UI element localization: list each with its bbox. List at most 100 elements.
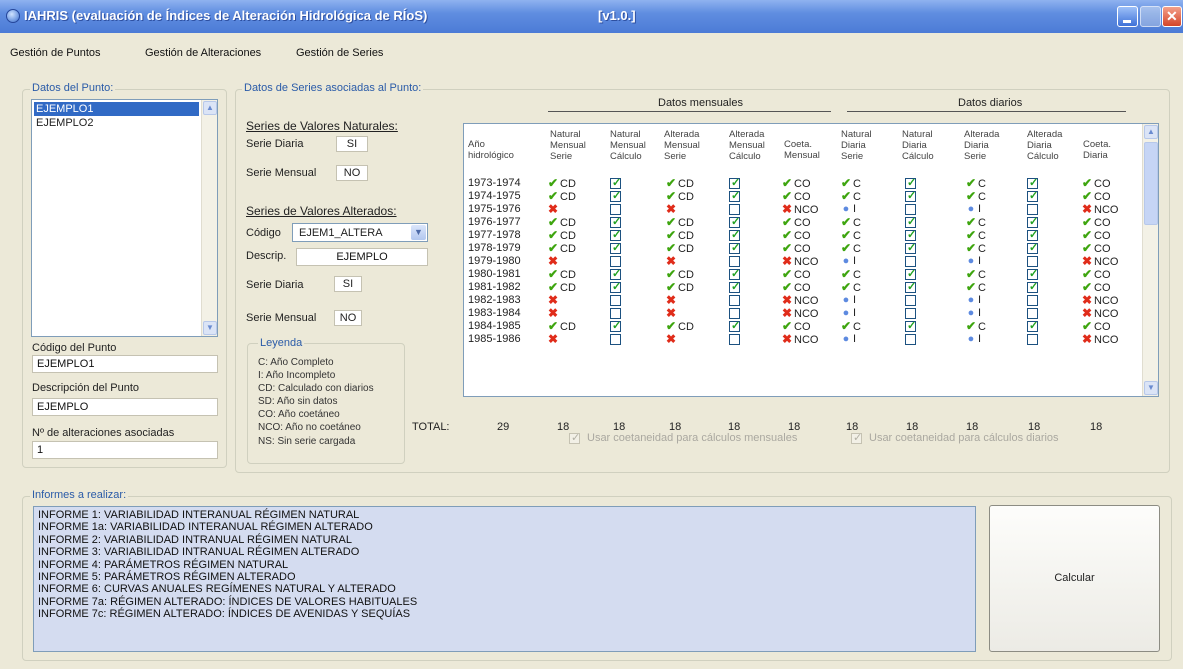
minimize-button[interactable] — [1117, 6, 1138, 27]
descripcion-punto-field[interactable]: EJEMPLO — [32, 398, 218, 416]
alt-diaria-calculo-checkbox[interactable] — [1027, 319, 1038, 332]
alt-diaria-calculo-checkbox[interactable] — [1027, 228, 1038, 241]
table-row[interactable]: 1984-1985✔CD✔CD✔CO✔C✔C✔CO — [464, 319, 1144, 333]
alt-diaria-calculo-checkbox[interactable] — [1027, 256, 1038, 267]
alt-codigo-select[interactable]: EJEM1_ALTERA ▼ — [292, 223, 428, 242]
list-item[interactable]: EJEMPLO1 — [33, 101, 200, 117]
alt-diaria-calculo-checkbox[interactable] — [1027, 295, 1038, 306]
alt-mensual-calculo-checkbox[interactable] — [729, 295, 740, 306]
nat-diaria-calculo-checkbox[interactable] — [905, 267, 916, 280]
nat-mensual-calculo-checkbox[interactable] — [610, 319, 621, 332]
column-header[interactable]: Natural Diaria Serie — [841, 129, 891, 162]
informe-item[interactable]: INFORME 7a: RÉGIMEN ALTERADO: ÍNDICES DE… — [38, 596, 417, 608]
nat-mensual-calculo-checkbox[interactable] — [610, 215, 621, 228]
nat-mensual-calculo-checkbox[interactable] — [610, 228, 621, 241]
alt-diaria-calculo-checkbox[interactable] — [1027, 280, 1038, 293]
alt-diaria-calculo-checkbox[interactable] — [1027, 267, 1038, 280]
informe-item[interactable]: INFORME 6: CURVAS ANUALES REGÍMENES NATU… — [38, 583, 396, 595]
nat-mensual-calculo-checkbox[interactable] — [610, 334, 621, 345]
alt-mensual-calculo-checkbox[interactable] — [729, 334, 740, 345]
nat-mensual-calculo-checkbox[interactable] — [610, 189, 621, 202]
informe-item[interactable]: INFORME 7c: RÉGIMEN ALTERADO: ÍNDICES DE… — [38, 608, 410, 620]
scroll-up-icon[interactable]: ▲ — [1144, 125, 1158, 139]
alt-mensual-calculo-checkbox[interactable] — [729, 267, 740, 280]
coet-mensual-checkbox[interactable] — [569, 431, 580, 444]
alt-diaria-calculo-checkbox[interactable] — [1027, 176, 1038, 189]
informe-item[interactable]: INFORME 3: VARIABILIDAD INTRANUAL RÉGIME… — [38, 546, 359, 558]
grid-scrollbar[interactable]: ▲ ▼ — [1142, 124, 1158, 396]
column-header[interactable]: Alterada Diaria Cálculo — [1027, 129, 1077, 162]
nat-diaria-calculo-checkbox[interactable] — [905, 215, 916, 228]
table-row[interactable]: 1976-1977✔CD✔CD✔CO✔C✔C✔CO — [464, 215, 1144, 229]
table-row[interactable]: 1973-1974✔CD✔CD✔CO✔C✔C✔CO — [464, 176, 1144, 190]
alt-diaria-calculo-checkbox[interactable] — [1027, 204, 1038, 215]
table-row[interactable]: 1977-1978✔CD✔CD✔CO✔C✔C✔CO — [464, 228, 1144, 242]
alt-diaria-calculo-checkbox[interactable] — [1027, 308, 1038, 319]
alt-descrip-field[interactable]: EJEMPLO — [296, 248, 428, 266]
calcular-button[interactable]: Calcular — [989, 505, 1160, 652]
close-button[interactable] — [1162, 6, 1182, 27]
informe-item[interactable]: INFORME 2: VARIABILIDAD INTRANUAL RÉGIME… — [38, 534, 352, 546]
alt-diaria-calculo-checkbox[interactable] — [1027, 215, 1038, 228]
column-header[interactable]: Coeta. Diaria — [1083, 139, 1133, 161]
alt-diaria-calculo-checkbox[interactable] — [1027, 334, 1038, 345]
list-item[interactable]: EJEMPLO2 — [34, 116, 199, 130]
maximize-button[interactable] — [1140, 6, 1161, 27]
series-grid[interactable]: Año hidrológico Natural Mensual Serie Natu… — [463, 123, 1159, 397]
nat-mensual-calculo-checkbox[interactable] — [610, 241, 621, 254]
nat-diaria-calculo-checkbox[interactable] — [905, 308, 916, 319]
column-header[interactable]: Alterada Mensual Serie — [664, 129, 714, 162]
scroll-down-icon[interactable]: ▼ — [1144, 381, 1158, 395]
informes-list[interactable]: INFORME 1: VARIABILIDAD INTERANUAL RÉGIM… — [33, 506, 976, 652]
informe-item[interactable]: INFORME 1a: VARIABILIDAD INTERANUAL RÉGI… — [38, 521, 373, 533]
nat-mensual-calculo-checkbox[interactable] — [610, 267, 621, 280]
table-row[interactable]: 1975-1976 ✖ ✖ ✖ NCO ● I ● I ✖ NCO — [464, 203, 1144, 217]
nat-mensual-calculo-checkbox[interactable] — [610, 308, 621, 319]
scroll-up-icon[interactable]: ▲ — [203, 101, 217, 115]
alt-mensual-calculo-checkbox[interactable] — [729, 215, 740, 228]
list-scrollbar[interactable]: ▲ ▼ — [201, 100, 217, 336]
column-header[interactable]: Natural Mensual Serie — [550, 129, 602, 162]
alt-mensual-calculo-checkbox[interactable] — [729, 308, 740, 319]
column-header[interactable]: Alterada Diaria Serie — [964, 129, 1014, 162]
table-row[interactable]: 1979-1980 ✖ ✖ ✖ NCO ● I ● I ✖ NCO — [464, 255, 1144, 269]
informe-item[interactable]: INFORME 4: PARÁMETROS RÉGIMEN NATURAL — [38, 559, 288, 571]
column-header[interactable]: Año hidrológico — [468, 139, 538, 161]
column-header[interactable]: Natural Diaria Cálculo — [902, 129, 952, 162]
alt-mensual-calculo-checkbox[interactable] — [729, 280, 740, 293]
nat-diaria-calculo-checkbox[interactable] — [905, 319, 916, 332]
alt-mensual-calculo-checkbox[interactable] — [729, 319, 740, 332]
nat-diaria-calculo-checkbox[interactable] — [905, 228, 916, 241]
nat-diaria-calculo-checkbox[interactable] — [905, 204, 916, 215]
nat-diaria-calculo-checkbox[interactable] — [905, 189, 916, 202]
nat-diaria-calculo-checkbox[interactable] — [905, 256, 916, 267]
table-row[interactable]: 1974-1975✔CD✔CD✔CO✔C✔C✔CO — [464, 189, 1144, 203]
nat-diaria-calculo-checkbox[interactable] — [905, 280, 916, 293]
column-header[interactable]: Coeta. Mensual — [784, 139, 832, 161]
alt-mensual-calculo-checkbox[interactable] — [729, 204, 740, 215]
scroll-down-icon[interactable]: ▼ — [203, 321, 217, 335]
column-header[interactable]: Natural Mensual Cálculo — [610, 129, 660, 162]
table-row[interactable]: 1982-1983 ✖ ✖ ✖ NCO ● I ● I ✖ NCO — [464, 294, 1144, 308]
table-row[interactable]: 1980-1981✔CD✔CD✔CO✔C✔C✔CO — [464, 267, 1144, 281]
chevron-down-icon[interactable]: ▼ — [411, 225, 426, 240]
nat-mensual-calculo-checkbox[interactable] — [610, 295, 621, 306]
table-row[interactable]: 1981-1982✔CD✔CD✔CO✔C✔C✔CO — [464, 280, 1144, 294]
table-row[interactable]: 1978-1979✔CD✔CD✔CO✔C✔C✔CO — [464, 241, 1144, 255]
menu-gestion-puntos[interactable]: Gestión de Puntos — [10, 47, 101, 59]
nat-mensual-calculo-checkbox[interactable] — [610, 176, 621, 189]
nat-diaria-calculo-checkbox[interactable] — [905, 334, 916, 345]
nat-diaria-calculo-checkbox[interactable] — [905, 295, 916, 306]
nat-mensual-calculo-checkbox[interactable] — [610, 256, 621, 267]
nat-diaria-calculo-checkbox[interactable] — [905, 241, 916, 254]
punto-listbox[interactable]: EJEMPLO1 EJEMPLO2 ▲ ▼ — [31, 99, 218, 337]
alteraciones-field[interactable]: 1 — [32, 441, 218, 459]
menu-gestion-series[interactable]: Gestión de Series — [296, 47, 383, 59]
codigo-punto-field[interactable]: EJEMPLO1 — [32, 355, 218, 373]
scroll-thumb[interactable] — [1144, 142, 1158, 225]
alt-diaria-calculo-checkbox[interactable] — [1027, 241, 1038, 254]
alt-mensual-calculo-checkbox[interactable] — [729, 256, 740, 267]
alt-mensual-calculo-checkbox[interactable] — [729, 176, 740, 189]
table-row[interactable]: 1983-1984 ✖ ✖ ✖ NCO ● I ● I ✖ NCO — [464, 307, 1144, 321]
nat-mensual-calculo-checkbox[interactable] — [610, 204, 621, 215]
